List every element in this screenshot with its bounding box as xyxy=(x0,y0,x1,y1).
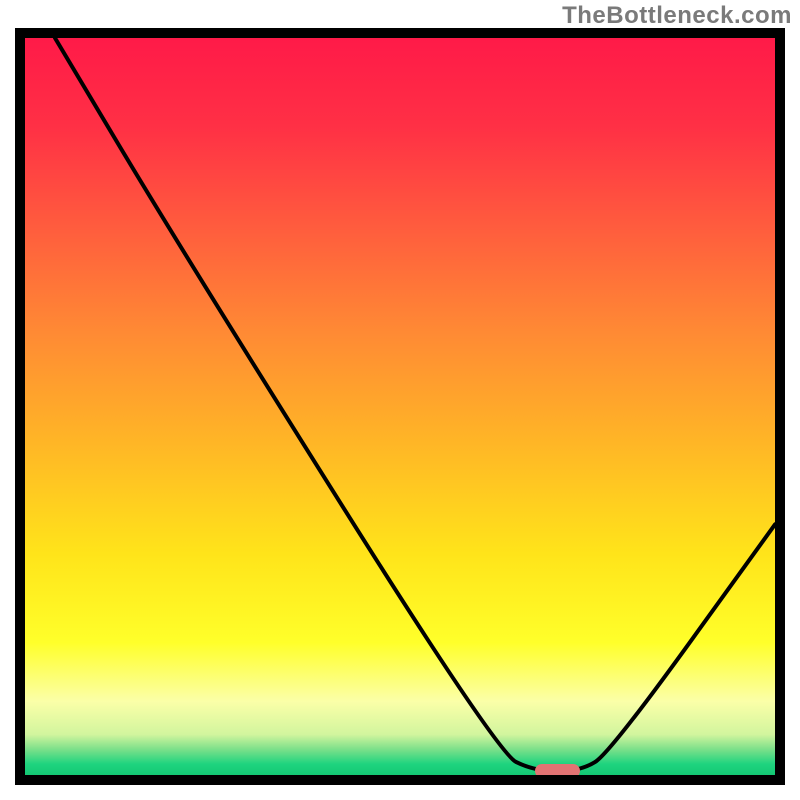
plot-frame xyxy=(15,28,785,785)
watermark-text: TheBottleneck.com xyxy=(562,2,792,30)
chart-container: TheBottleneck.com xyxy=(0,0,800,800)
optimal-range-marker xyxy=(535,764,580,778)
plot-svg xyxy=(25,38,775,775)
plot-background xyxy=(25,38,775,775)
